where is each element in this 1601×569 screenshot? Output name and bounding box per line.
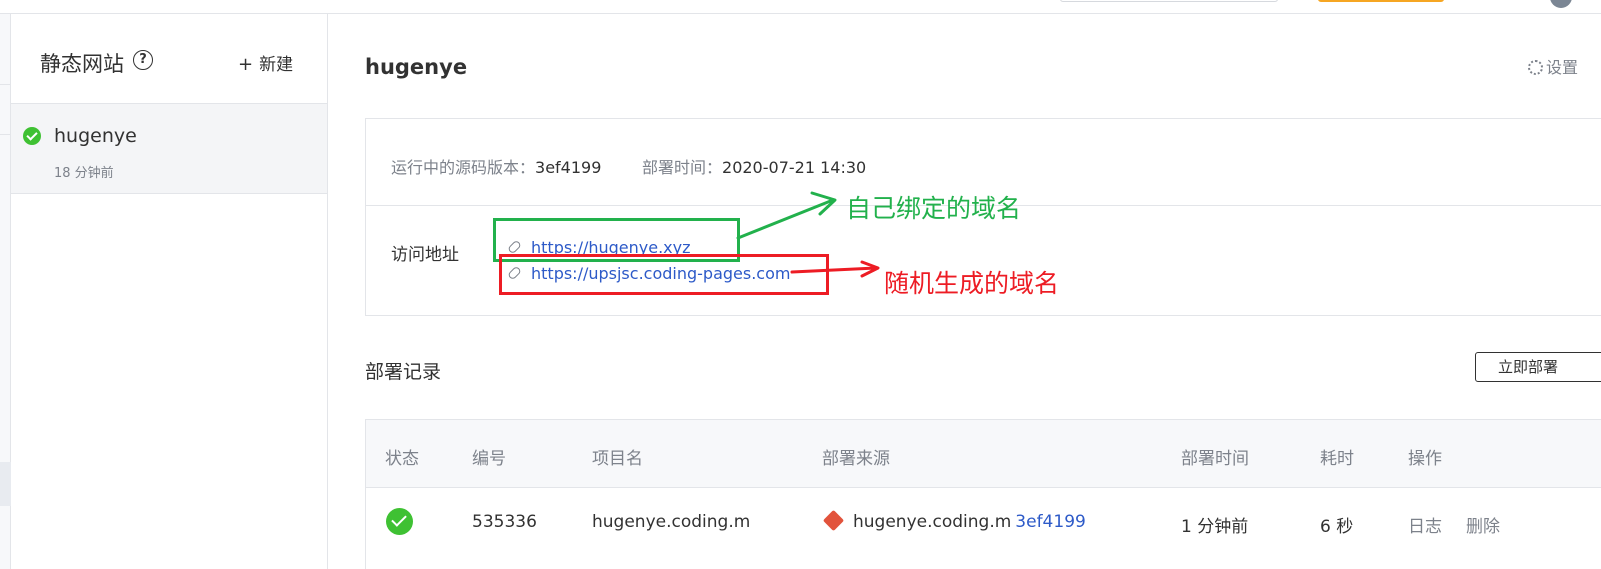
git-icon [822,509,845,532]
delete-action[interactable]: 删除 [1466,512,1500,537]
table-header: 状态 编号 项目名 部署来源 部署时间 耗时 操作 [366,420,1601,488]
avatar[interactable] [1550,0,1572,8]
page-title: hugenye [365,55,468,79]
sidebar-title: 静态网站 [40,52,124,76]
success-check-icon [386,508,413,535]
record-id: 535336 [472,512,537,532]
settings-label: 设置 [1546,58,1579,77]
sidebar: 静态网站 ? + 新建 hugenye 18 分钟前 [11,14,328,569]
column-header-actions: 操作 [1408,449,1442,469]
deploy-time-label: 部署时间： [642,158,723,177]
deploy-now-button[interactable]: 立即部署 [1475,352,1601,382]
record-project: hugenye.coding.m [592,512,751,532]
access-address-label: 访问地址 [391,245,459,265]
record-source: hugenye.coding.m 3ef4199 [822,509,1086,532]
column-header-duration: 耗时 [1320,449,1354,469]
sidebar-item-hugenye[interactable]: hugenye 18 分钟前 [11,103,327,194]
column-header-status: 状态 [385,449,419,469]
nav-strip [0,14,11,569]
settings-button[interactable]: 设置 [1528,54,1578,78]
record-duration: 6 秒 [1320,517,1354,537]
question-circle-icon[interactable]: ? [133,50,153,70]
source-version: 运行中的源码版本：3ef4199 [391,154,601,178]
column-header-source: 部署来源 [822,449,890,469]
nav-item-active[interactable] [0,462,11,506]
top-search-input[interactable] [1060,0,1278,2]
deploy-time: 部署时间：2020-07-21 14:30 [642,154,866,178]
success-check-icon [23,127,41,145]
record-time: 1 分钟前 [1181,517,1249,537]
random-domain-annotation: 随机生成的域名 [884,269,1060,298]
source-version-value: 3ef4199 [535,158,602,177]
gear-icon [1528,60,1543,75]
source-version-label: 运行中的源码版本： [391,158,536,177]
site-name: hugenye [54,125,137,147]
top-action-button[interactable] [1318,0,1444,2]
column-header-project: 项目名 [592,449,643,469]
custom-domain-annotation: 自己绑定的域名 [846,194,1022,223]
new-site-label: 新建 [259,55,294,75]
new-site-button[interactable]: + 新建 [238,50,293,75]
column-header-id: 编号 [472,449,506,469]
deploy-records-table: 状态 编号 项目名 部署来源 部署时间 耗时 操作 535336 hugenye… [365,419,1601,569]
deploy-time-value: 2020-07-21 14:30 [722,158,867,177]
source-repo: hugenye.coding.m [853,512,1012,532]
column-header-deploy-time: 部署时间 [1181,449,1249,469]
site-updated-time: 18 分钟前 [54,166,114,181]
nav-divider [0,134,11,135]
log-action[interactable]: 日志 [1408,512,1442,537]
plus-icon: + [238,54,254,75]
random-domain-highlight-box [499,254,829,295]
nav-divider [0,84,11,85]
source-commit-link[interactable]: 3ef4199 [1015,512,1086,532]
records-title: 部署记录 [365,361,442,383]
